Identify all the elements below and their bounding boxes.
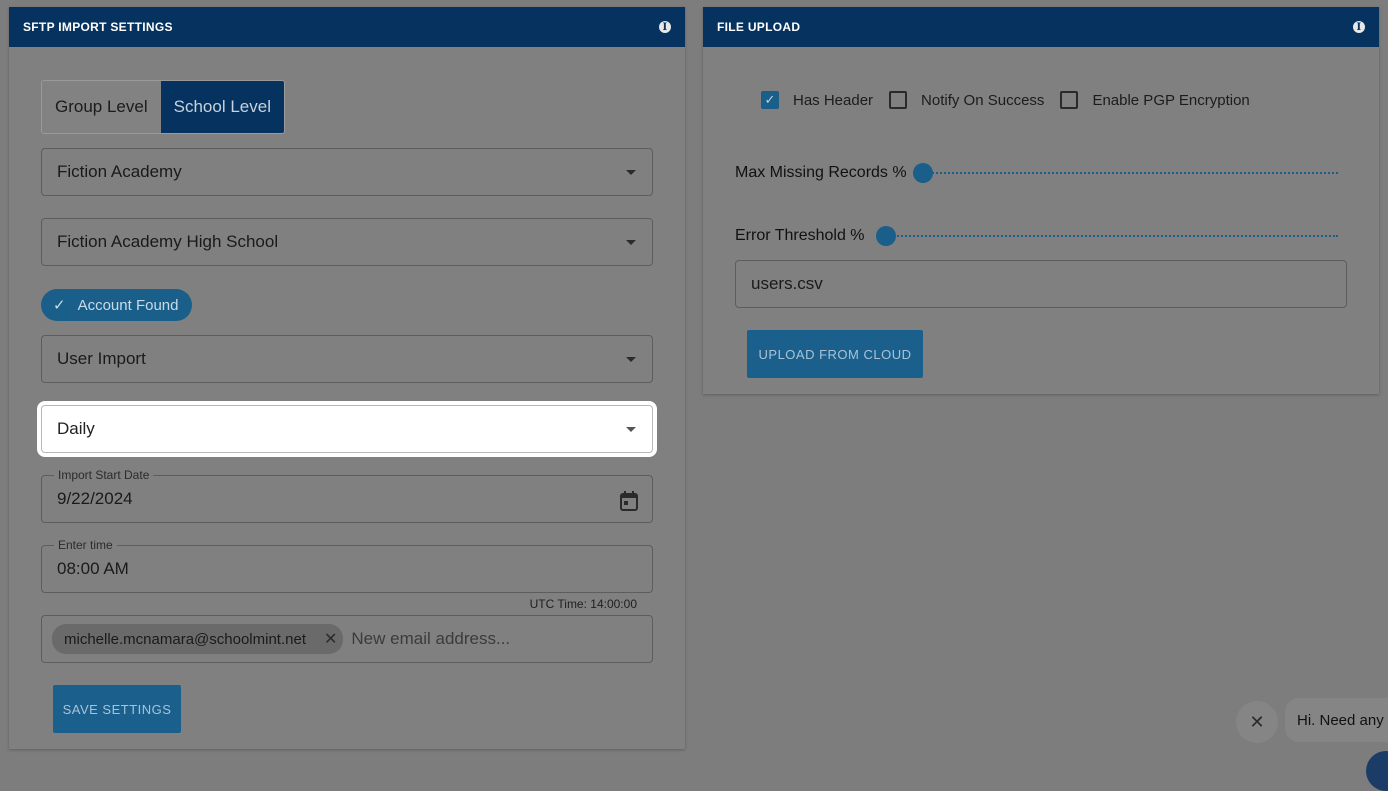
max-missing-row: Max Missing Records % — [735, 164, 907, 182]
account-found-label: Account Found — [77, 296, 179, 314]
upload-panel-title: FILE UPLOAD — [717, 20, 801, 34]
check-icon: ✓ — [53, 297, 66, 314]
file-name-field[interactable]: users.csv — [735, 260, 1347, 308]
email-chip: michelle.mcnamara@schoolmint.net ✕ — [52, 624, 344, 654]
has-header-label: Has Header — [793, 91, 874, 109]
chat-close-button[interactable]: ✕ — [1236, 701, 1278, 743]
email-chip-label: michelle.mcnamara@schoolmint.net — [64, 630, 306, 648]
max-missing-slider-thumb[interactable] — [913, 163, 933, 183]
frequency-select[interactable]: Daily — [41, 405, 653, 453]
school-select-value: Fiction Academy High School — [57, 232, 279, 251]
school-level-button[interactable]: School Level — [160, 81, 284, 133]
level-toggle: Group Level School Level — [41, 80, 285, 134]
sftp-import-panel: SFTP IMPORT SETTINGS i Group Level Schoo… — [9, 7, 685, 749]
account-found-badge: ✓ Account Found — [41, 289, 193, 321]
pgp-encryption-label: Enable PGP Encryption — [1092, 91, 1250, 109]
error-threshold-row: Error Threshold % — [735, 227, 865, 245]
close-icon[interactable]: ✕ — [324, 629, 337, 649]
time-value: 08:00 AM — [57, 559, 129, 578]
time-label: Enter time — [54, 538, 117, 552]
new-email-placeholder: New email address... — [351, 629, 511, 648]
import-type-select[interactable]: User Import — [41, 335, 653, 383]
start-date-value: 9/22/2024 — [57, 489, 133, 508]
chat-launcher-button[interactable] — [1366, 751, 1388, 791]
error-threshold-label: Error Threshold % — [735, 227, 865, 244]
sftp-panel-header: SFTP IMPORT SETTINGS i — [9, 7, 685, 47]
info-icon[interactable]: i — [1353, 21, 1365, 33]
error-threshold-slider-thumb[interactable] — [876, 226, 896, 246]
max-missing-label: Max Missing Records % — [735, 164, 907, 181]
error-threshold-track[interactable] — [886, 235, 1338, 239]
sftp-panel-title: SFTP IMPORT SETTINGS — [23, 20, 173, 34]
upload-from-cloud-button[interactable]: UPLOAD FROM CLOUD — [747, 330, 923, 378]
save-settings-button[interactable]: SAVE SETTINGS — [53, 685, 181, 733]
options-checkboxes: ✓ Has Header Notify On Success Enable PG… — [761, 91, 1266, 109]
chevron-down-icon — [626, 427, 636, 432]
email-input[interactable]: michelle.mcnamara@schoolmint.net ✕ New e… — [41, 615, 653, 663]
file-upload-panel: FILE UPLOAD i ✓ Has Header Notify On Suc… — [703, 7, 1379, 394]
calendar-icon[interactable] — [620, 491, 638, 511]
frequency-value: Daily — [57, 419, 95, 438]
close-icon: ✕ — [1249, 711, 1265, 732]
notify-success-checkbox[interactable] — [889, 91, 908, 109]
school-select[interactable]: Fiction Academy High School — [41, 218, 653, 266]
group-select-value: Fiction Academy — [57, 162, 182, 181]
chat-bubble[interactable]: Hi. Need any h — [1285, 698, 1388, 742]
start-date-field[interactable]: Import Start Date 9/22/2024 — [41, 468, 653, 523]
upload-panel-header: FILE UPLOAD i — [703, 7, 1379, 47]
import-type-value: User Import — [57, 349, 146, 368]
group-level-button[interactable]: Group Level — [42, 81, 161, 133]
start-date-label: Import Start Date — [54, 468, 154, 482]
utc-time-note: UTC Time: 14:00:00 — [529, 597, 637, 611]
info-icon[interactable]: i — [659, 21, 671, 33]
chevron-down-icon — [626, 170, 636, 175]
notify-success-label: Notify On Success — [921, 91, 1045, 109]
file-name-value: users.csv — [751, 274, 823, 293]
time-field[interactable]: Enter time 08:00 AM — [41, 538, 653, 593]
has-header-checkbox[interactable]: ✓ — [761, 91, 779, 109]
group-select[interactable]: Fiction Academy — [41, 148, 653, 196]
max-missing-track[interactable] — [923, 172, 1338, 176]
chevron-down-icon — [626, 357, 636, 362]
pgp-encryption-checkbox[interactable] — [1060, 91, 1079, 109]
chevron-down-icon — [626, 240, 636, 245]
